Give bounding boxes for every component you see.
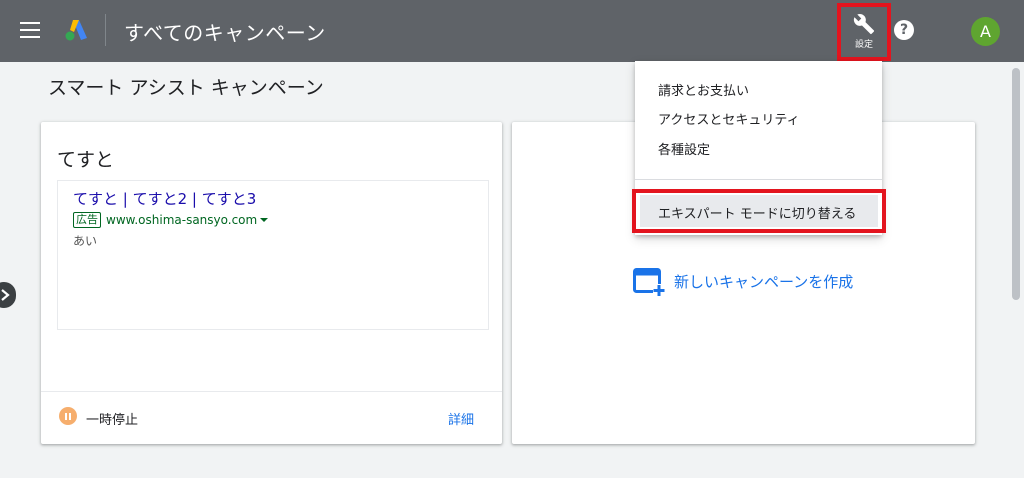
campaign-status: 一時停止 bbox=[86, 413, 139, 428]
header-title: すべてのキャンペーン bbox=[124, 21, 326, 45]
vertical-scrollbar[interactable] bbox=[1012, 68, 1020, 300]
page-subtitle: スマート アシスト キャンペーン bbox=[48, 77, 324, 99]
menu-item-preferences[interactable]: 各種設定 bbox=[658, 139, 710, 158]
settings-dropdown-menu: 請求とお支払い アクセスとセキュリティ 各種設定 エキスパート モードに切り替え… bbox=[632, 61, 886, 235]
expert-mode-highlight[interactable]: エキスパート モードに切り替える bbox=[632, 189, 886, 233]
wrench-icon bbox=[853, 14, 875, 35]
settings-button[interactable]: 設定 bbox=[837, 3, 891, 61]
menu-divider bbox=[635, 179, 882, 180]
add-window-icon bbox=[633, 268, 665, 296]
card-divider bbox=[41, 391, 502, 392]
ad-url-line: 広告 www.oshima-sansyo.com bbox=[73, 212, 269, 228]
menu-item-billing[interactable]: 請求とお支払い bbox=[658, 80, 749, 99]
hamburger-menu-icon[interactable] bbox=[20, 22, 40, 38]
header-divider bbox=[105, 14, 106, 46]
settings-label: 設定 bbox=[854, 40, 873, 50]
ad-display-url: www.oshima-sansyo.com bbox=[106, 213, 258, 227]
details-link[interactable]: 詳細 bbox=[448, 409, 474, 428]
expand-panel-button[interactable] bbox=[0, 282, 16, 308]
top-app-bar: すべてのキャンペーン 設定 ? A bbox=[0, 0, 1024, 62]
ad-preview: てすと | てすと2 | てすと3 広告 www.oshima-sansyo.c… bbox=[57, 180, 489, 330]
chevron-right-icon bbox=[1, 289, 10, 301]
help-circle-icon[interactable]: ? bbox=[894, 20, 914, 40]
account-avatar[interactable]: A bbox=[971, 17, 1000, 46]
campaign-title: てすと bbox=[57, 149, 115, 171]
menu-item-access-security[interactable]: アクセスとセキュリティ bbox=[658, 109, 800, 128]
menu-item-expert-mode[interactable]: エキスパート モードに切り替える bbox=[658, 203, 856, 222]
ad-badge: 広告 bbox=[73, 212, 101, 228]
new-campaign-label: 新しいキャンペーンを作成 bbox=[674, 272, 854, 291]
ad-description: あい bbox=[73, 234, 98, 248]
ad-headline[interactable]: てすと | てすと2 | てすと3 bbox=[73, 188, 256, 209]
new-campaign-button[interactable]: 新しいキャンペーンを作成 bbox=[633, 266, 853, 296]
caret-down-icon bbox=[260, 218, 269, 222]
campaign-card[interactable]: てすと てすと | てすと2 | てすと3 広告 www.oshima-sans… bbox=[41, 122, 502, 444]
google-ads-logo-icon[interactable] bbox=[64, 18, 90, 42]
pause-icon bbox=[59, 407, 77, 425]
